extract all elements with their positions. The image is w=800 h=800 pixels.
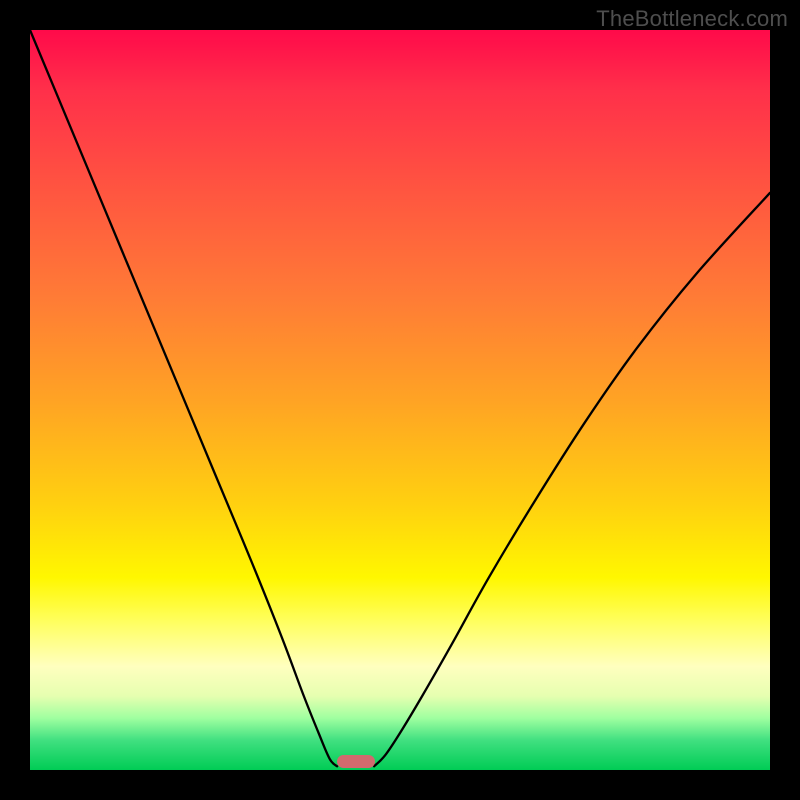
watermark-text: TheBottleneck.com xyxy=(596,6,788,32)
curve-right-branch xyxy=(374,193,770,767)
bottleneck-marker xyxy=(337,755,375,768)
chart-plot-area xyxy=(30,30,770,770)
curve-left-branch xyxy=(30,30,337,766)
bottleneck-curve xyxy=(30,30,770,770)
chart-frame: TheBottleneck.com xyxy=(0,0,800,800)
